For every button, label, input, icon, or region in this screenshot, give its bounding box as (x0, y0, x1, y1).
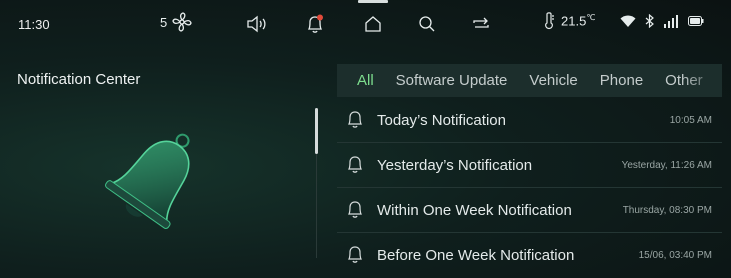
tab-vehicle[interactable]: Vehicle (529, 72, 577, 89)
list-item[interactable]: Before One Week Notification 15/06, 03:4… (337, 233, 722, 277)
tab-software-update[interactable]: Software Update (396, 72, 508, 89)
notification-time: 10:05 AM (669, 114, 712, 126)
notification-time: Thursday, 08:30 PM (622, 204, 712, 216)
notification-title: Today’s Notification (377, 111, 506, 129)
fan-control[interactable]: 5 (160, 11, 193, 33)
clock: 11:30 (18, 17, 50, 32)
signal-icon (664, 14, 678, 28)
battery-icon (688, 16, 704, 26)
category-tabs: All Software Update Vehicle Phone Other (337, 64, 722, 97)
notification-center-screen: 11:30 5 21.5℃ Notification Center All So… (0, 0, 731, 278)
list-item[interactable]: Today’s Notification 10:05 AM (337, 98, 722, 143)
notification-time: 15/06, 03:40 PM (638, 249, 712, 261)
panel-title: Notification Center (17, 71, 141, 88)
thermometer-icon (545, 12, 554, 30)
repeat-icon[interactable] (468, 11, 494, 37)
notification-bell-alert-icon[interactable] (302, 11, 328, 37)
notification-list: Today’s Notification 10:05 AM Yesterday’… (337, 98, 722, 277)
bell-icon (348, 201, 362, 218)
list-item[interactable]: Within One Week Notification Thursday, 0… (337, 188, 722, 233)
list-item[interactable]: Yesterday’s Notification Yesterday, 11:2… (337, 143, 722, 188)
search-icon[interactable] (414, 11, 440, 37)
fan-icon (172, 12, 192, 32)
notification-title: Before One Week Notification (377, 246, 575, 264)
wifi-icon (620, 15, 636, 27)
bell-illustration-icon (105, 133, 190, 229)
connectivity-indicators (620, 14, 704, 28)
status-bar: 11:30 5 21.5℃ (0, 0, 731, 52)
bell-icon (348, 246, 362, 263)
bluetooth-icon (645, 14, 654, 28)
notification-time: Yesterday, 11:26 AM (621, 159, 712, 171)
tab-all[interactable]: All (357, 72, 374, 89)
bell-icon (348, 111, 362, 128)
home-icon[interactable] (360, 11, 386, 37)
scroll-thumb[interactable] (315, 108, 318, 154)
tabs-fade-overlay (682, 64, 722, 97)
bell-icon (348, 156, 362, 173)
tab-phone[interactable]: Phone (600, 72, 643, 89)
temperature-value: 21.5℃ (561, 13, 596, 29)
active-tab-indicator (358, 0, 388, 3)
notification-title: Yesterday’s Notification (377, 156, 533, 174)
fan-level: 5 (160, 14, 168, 30)
temperature-display[interactable]: 21.5℃ (543, 11, 595, 31)
notification-title: Within One Week Notification (377, 201, 572, 219)
volume-icon[interactable] (244, 11, 270, 37)
